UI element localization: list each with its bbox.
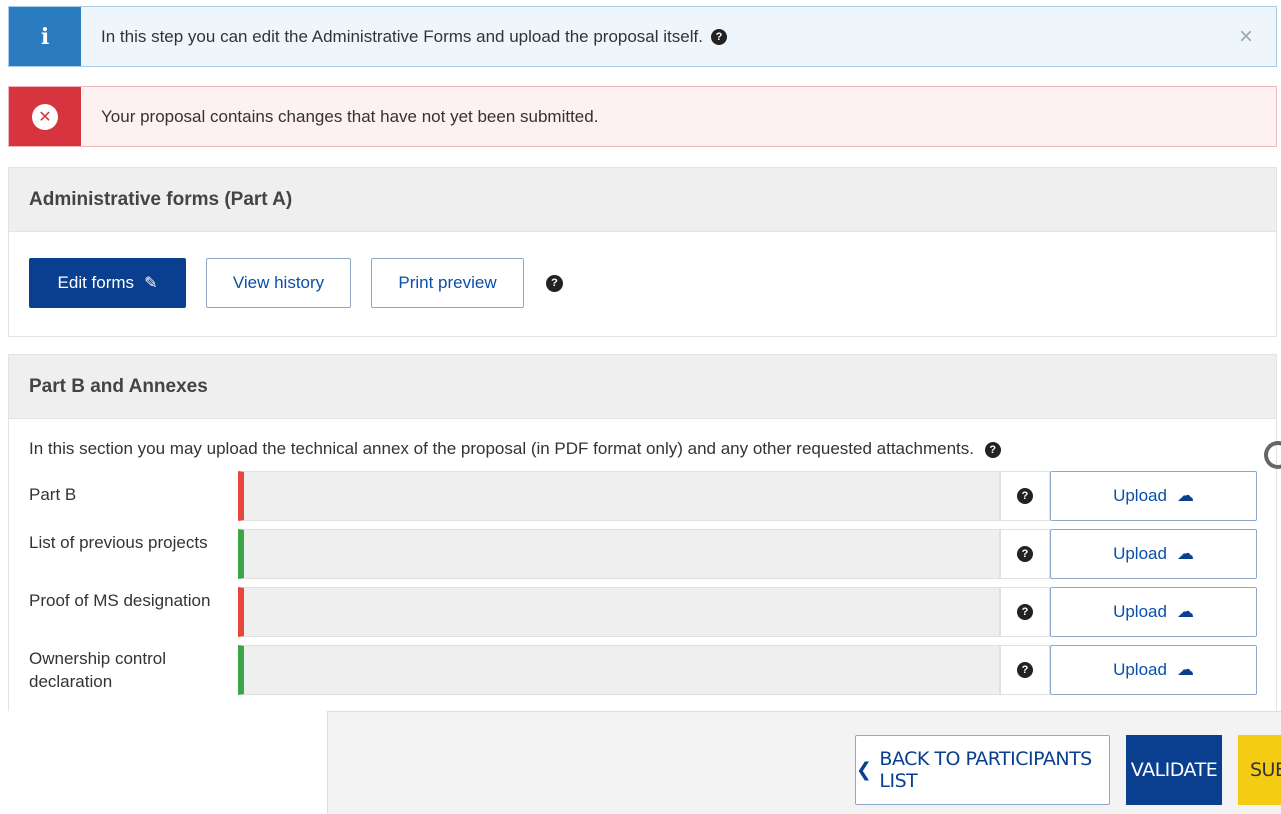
cloud-upload-icon: ☁: [1176, 660, 1194, 679]
pencil-icon: ✎: [144, 275, 158, 292]
attachment-row-ms-designation: Proof of MS designation ? Upload ☁: [9, 587, 1276, 645]
upload-label: Upload: [1113, 660, 1167, 679]
attachment-label: Ownership control declaration: [29, 649, 167, 691]
attachment-label: Proof of MS designation: [29, 591, 211, 610]
back-to-participants-button[interactable]: ❮ BACK TO PARTICIPANTS LIST: [855, 735, 1110, 805]
footer-blank: [0, 711, 322, 814]
part-a-actions: Edit forms ✎ View history Print preview …: [9, 232, 1276, 308]
attachment-file-field: [238, 529, 1000, 579]
attachment-help: ?: [1000, 587, 1050, 637]
validate-button[interactable]: VALIDATE: [1126, 735, 1222, 805]
help-icon[interactable]: ?: [710, 28, 727, 45]
help-icon[interactable]: ?: [1017, 604, 1033, 620]
upload-label: Upload: [1113, 486, 1167, 505]
submit-button[interactable]: SUB: [1238, 735, 1281, 805]
edit-forms-label: Edit forms: [57, 273, 135, 292]
error-icon-box: ✕: [9, 87, 81, 146]
help-icon[interactable]: ?: [1017, 488, 1033, 504]
part-b-annexes-panel: Part B and Annexes In this section you m…: [8, 354, 1277, 714]
cloud-upload-icon: ☁: [1176, 602, 1194, 621]
attachment-row-previous-projects: List of previous projects ? Upload ☁: [9, 529, 1276, 587]
error-alert: ✕ Your proposal contains changes that ha…: [8, 86, 1277, 147]
administrative-forms-panel: Administrative forms (Part A) Edit forms…: [8, 167, 1277, 337]
back-label: BACK TO PARTICIPANTS LIST: [879, 748, 1092, 792]
attachment-help: ?: [1000, 471, 1050, 521]
help-icon[interactable]: ?: [984, 441, 1001, 458]
attachment-file-field: [238, 471, 1000, 521]
error-circle-icon: ✕: [32, 103, 58, 130]
attachment-file-field: [238, 587, 1000, 637]
info-icon: i: [9, 7, 81, 66]
cloud-upload-icon: ☁: [1176, 544, 1194, 563]
upload-button[interactable]: Upload ☁: [1050, 587, 1257, 637]
cloud-upload-icon: ☁: [1176, 486, 1194, 505]
upload-button[interactable]: Upload ☁: [1050, 645, 1257, 695]
upload-button[interactable]: Upload ☁: [1050, 471, 1257, 521]
panel-title-part-a: Administrative forms (Part A): [9, 168, 1276, 232]
edit-forms-button[interactable]: Edit forms ✎: [29, 258, 186, 308]
attachment-label: List of previous projects: [29, 533, 208, 552]
part-b-intro-text: In this section you may upload the techn…: [29, 439, 974, 458]
help-icon[interactable]: ?: [1017, 546, 1033, 562]
info-alert-text: In this step you can edit the Administra…: [101, 26, 703, 46]
view-history-button[interactable]: View history: [206, 258, 351, 308]
upload-button[interactable]: Upload ☁: [1050, 529, 1257, 579]
panel-title-part-b: Part B and Annexes: [9, 355, 1276, 419]
print-preview-button[interactable]: Print preview: [371, 258, 524, 308]
attachment-file-field: [238, 645, 1000, 695]
error-alert-text: Your proposal contains changes that have…: [101, 106, 599, 126]
upload-label: Upload: [1113, 544, 1167, 563]
part-b-intro: In this section you may upload the techn…: [9, 419, 1276, 471]
attachment-help: ?: [1000, 645, 1050, 695]
attachment-help: ?: [1000, 529, 1050, 579]
upload-label: Upload: [1113, 602, 1167, 621]
info-alert: i In this step you can edit the Administ…: [8, 6, 1277, 67]
help-icon[interactable]: ?: [1017, 662, 1033, 678]
attachment-row-part-b: Part B ? Upload ☁: [9, 471, 1276, 529]
error-alert-message: Your proposal contains changes that have…: [81, 87, 1276, 146]
chevron-left-icon: ❮: [856, 759, 872, 781]
help-icon[interactable]: ?: [546, 274, 563, 292]
attachment-label: Part B: [29, 485, 77, 504]
attachment-row-ownership-control: Ownership control declaration ? Upload ☁: [9, 645, 1276, 703]
close-icon[interactable]: ×: [1216, 7, 1276, 66]
attachment-list: Part B ? Upload ☁ List of previous proje…: [9, 471, 1276, 703]
info-alert-message: In this step you can edit the Administra…: [81, 7, 1216, 66]
